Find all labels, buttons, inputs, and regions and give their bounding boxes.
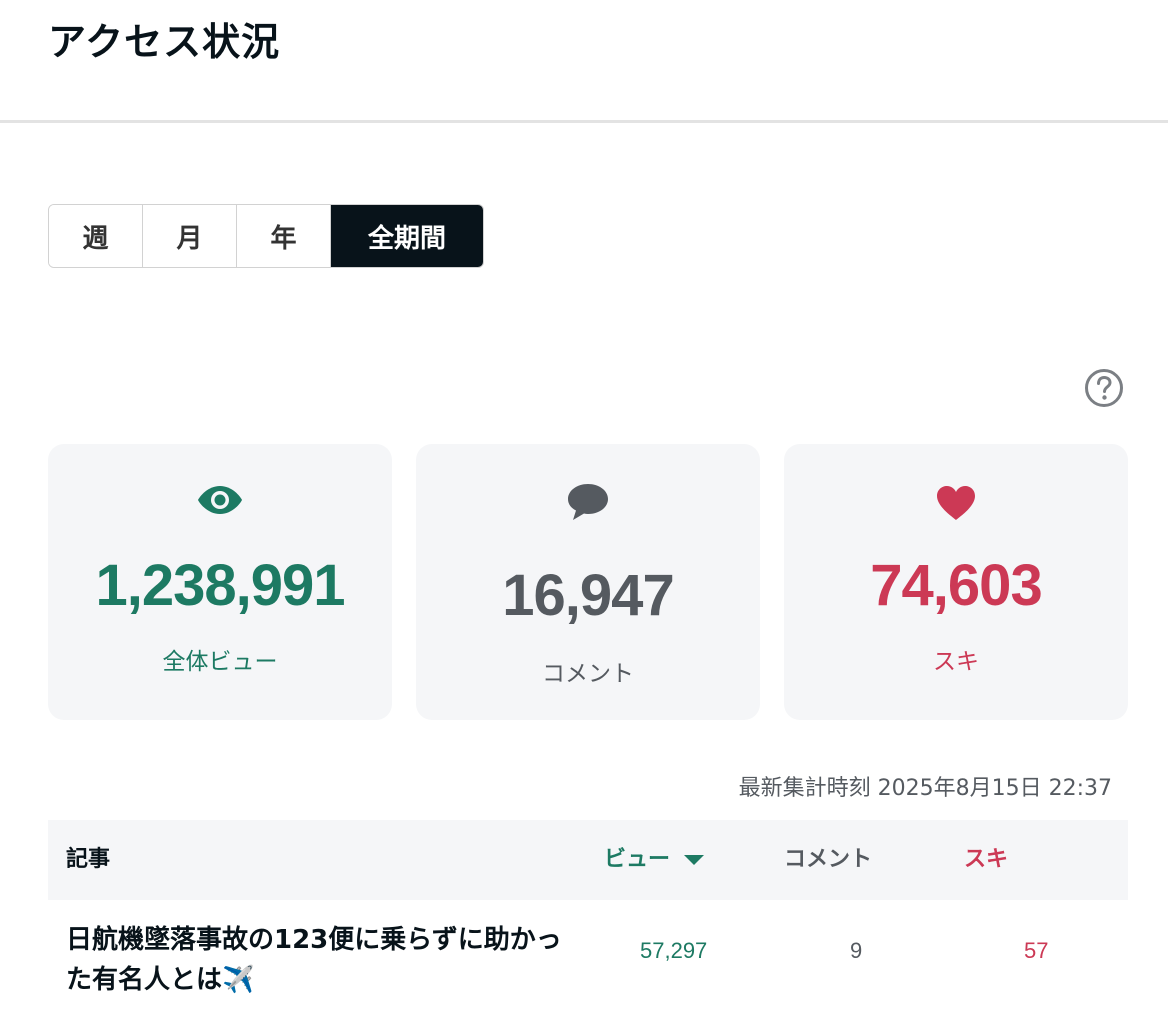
header-divider <box>0 120 1168 123</box>
total-views-label: 全体ビュー <box>162 649 278 675</box>
table-header: 記事 ビュー コメント スキ <box>48 820 1128 900</box>
speech-bubble-icon <box>568 484 608 520</box>
article-views: 57,297 <box>640 938 708 963</box>
eye-icon <box>198 486 242 514</box>
total-likes-value: 74,603 <box>870 553 1042 618</box>
article-comments: 9 <box>850 938 863 963</box>
total-likes-label: スキ <box>933 649 979 675</box>
column-header-views-label: ビュー <box>604 847 671 872</box>
likes-card: 74,603 スキ <box>784 444 1128 720</box>
tab-week[interactable]: 週 <box>49 205 143 267</box>
sort-descending-icon <box>684 855 705 865</box>
comments-card: 16,947 コメント <box>416 444 760 720</box>
total-comments-label: コメント <box>542 661 634 687</box>
total-views-value: 1,238,991 <box>95 553 345 618</box>
page-title: アクセス状況 <box>48 20 281 64</box>
tab-year[interactable]: 年 <box>237 205 331 267</box>
help-icon[interactable] <box>1084 368 1124 408</box>
article-likes: 57 <box>1024 938 1049 963</box>
last-updated-timestamp: 最新集計時刻 2025年8月15日 22:37 <box>738 776 1112 801</box>
column-header-comments[interactable]: コメント <box>784 820 872 900</box>
airplane-icon: ✈️ <box>222 965 255 995</box>
tab-month[interactable]: 月 <box>143 205 237 267</box>
article-title-link[interactable]: 日航機墜落事故の123便に乗らずに助かった有名人とは✈️ <box>66 920 586 1000</box>
column-header-views[interactable]: ビュー <box>604 820 705 900</box>
total-comments-value: 16,947 <box>502 563 674 628</box>
table-row: 日航機墜落事故の123便に乗らずに助かった有名人とは✈️ 57,297 9 57 <box>48 900 1128 1014</box>
article-title: 日航機墜落事故の123便に乗らずに助かった有名人とは <box>66 925 562 995</box>
tab-all-time[interactable]: 全期間 <box>331 205 483 267</box>
column-header-article: 記事 <box>66 847 111 872</box>
heart-icon <box>937 486 975 520</box>
period-tabs: 週 月 年 全期間 <box>48 204 484 268</box>
column-header-likes[interactable]: スキ <box>964 820 1008 900</box>
views-card: 1,238,991 全体ビュー <box>48 444 392 720</box>
